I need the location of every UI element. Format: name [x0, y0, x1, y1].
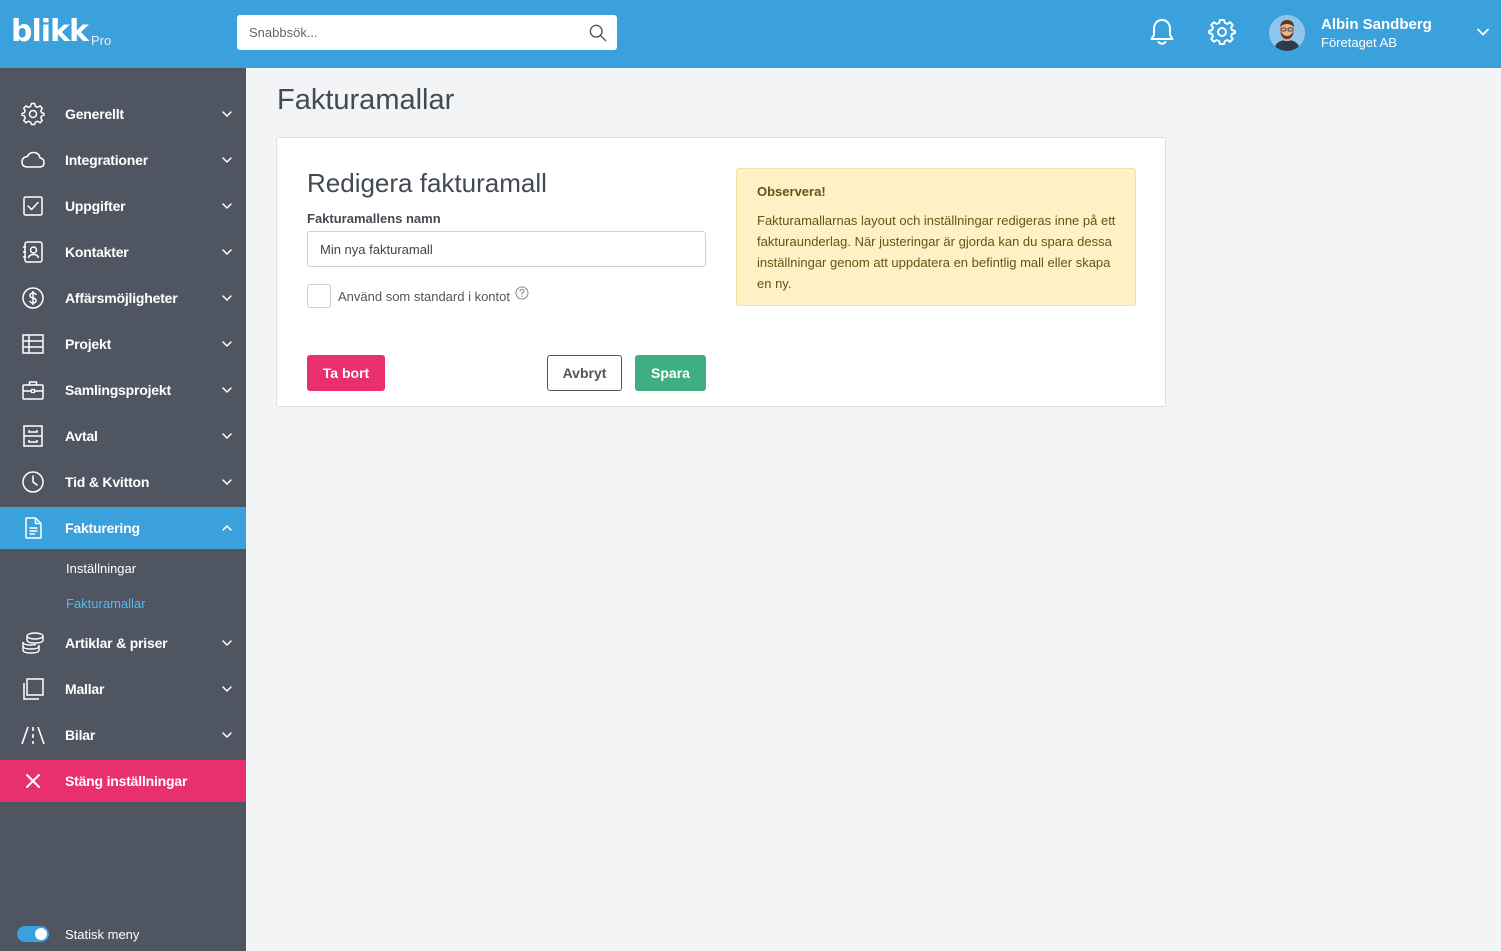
close-settings-button[interactable]: Stäng inställningar	[0, 760, 246, 802]
cloud-icon	[21, 151, 45, 168]
chevron-up-icon	[222, 525, 232, 531]
sidebar-item-label: Generellt	[65, 106, 124, 122]
close-icon	[26, 774, 40, 788]
coins-icon	[22, 632, 44, 654]
chevron-down-icon	[222, 732, 232, 738]
sidebar-item-generellt[interactable]: Generellt	[0, 93, 246, 135]
sidebar-item-label: Integrationer	[65, 152, 148, 168]
cabinet-icon	[23, 425, 43, 447]
help-icon[interactable]	[515, 286, 529, 300]
sidebar-item-label: Projekt	[65, 336, 112, 352]
default-checkbox[interactable]	[307, 284, 331, 308]
sidebar-item-affarsmojligheter[interactable]: Affärsmöjligheter	[0, 277, 246, 319]
static-menu-toggle[interactable]	[17, 926, 49, 942]
document-icon	[25, 517, 42, 539]
briefcase-icon	[22, 381, 44, 400]
chevron-down-icon	[222, 341, 232, 347]
sidebar-item-label: Kontakter	[65, 244, 129, 260]
sidebar: Generellt Integrationer Uppgifter Kontak…	[0, 68, 246, 951]
sidebar-item-label: Fakturering	[65, 520, 140, 536]
sidebar-item-label: Bilar	[65, 727, 96, 743]
sidebar-item-tid-kvitton[interactable]: Tid & Kvitton	[0, 461, 246, 503]
sidebar-item-bilar[interactable]: Bilar	[0, 714, 246, 756]
bell-icon[interactable]	[1148, 17, 1176, 47]
chevron-down-icon	[222, 295, 232, 301]
template-name-label: Fakturamallens namn	[307, 211, 441, 226]
sidebar-item-uppgifter[interactable]: Uppgifter	[0, 185, 246, 227]
cancel-button[interactable]: Avbryt	[547, 355, 622, 391]
delete-button[interactable]: Ta bort	[307, 355, 385, 391]
page-title: Fakturamallar	[277, 84, 455, 116]
notice-box: Observera! Fakturamallarnas layout och i…	[736, 168, 1136, 306]
checkbox-icon	[23, 196, 43, 216]
sidebar-subitem-fakturamallar[interactable]: Fakturamallar	[66, 596, 145, 611]
sidebar-item-fakturering[interactable]: Fakturering	[0, 507, 246, 549]
sidebar-item-avtal[interactable]: Avtal	[0, 415, 246, 457]
toggle-knob	[35, 928, 47, 940]
copy-icon	[23, 678, 44, 700]
table-icon	[22, 334, 44, 354]
sidebar-item-label: Artiklar & priser	[65, 635, 168, 651]
save-button[interactable]: Spara	[635, 355, 706, 391]
sidebar-item-integrationer[interactable]: Integrationer	[0, 139, 246, 181]
template-name-input[interactable]	[307, 231, 706, 267]
sidebar-item-label: Samlingsprojekt	[65, 382, 171, 398]
sidebar-item-samlingsprojekt[interactable]: Samlingsprojekt	[0, 369, 246, 411]
chevron-down-icon	[222, 640, 232, 646]
sidebar-item-artiklar-priser[interactable]: Artiklar & priser	[0, 622, 246, 664]
logo[interactable]: blikk	[11, 14, 89, 50]
edit-template-card: Redigera fakturamall Fakturamallens namn…	[276, 137, 1166, 407]
sidebar-item-label: Tid & Kvitton	[65, 474, 150, 490]
close-settings-label: Stäng inställningar	[65, 773, 188, 789]
sidebar-item-label: Affärsmöjligheter	[65, 290, 178, 306]
notice-title: Observera!	[757, 184, 826, 199]
chevron-down-icon	[222, 203, 232, 209]
road-icon	[21, 726, 45, 745]
user-name[interactable]: Albin Sandberg	[1321, 16, 1432, 33]
user-company: Företaget AB	[1321, 35, 1397, 50]
search-icon[interactable]	[589, 24, 607, 42]
chevron-down-icon	[222, 433, 232, 439]
search-box[interactable]	[237, 15, 617, 50]
chevron-down-icon	[222, 686, 232, 692]
chevron-down-icon	[222, 387, 232, 393]
sidebar-subitem-installningar[interactable]: Inställningar	[66, 561, 136, 576]
static-menu-label: Statisk meny	[65, 927, 140, 942]
chevron-down-icon[interactable]	[1476, 27, 1490, 37]
chevron-down-icon	[222, 249, 232, 255]
sidebar-item-label: Mallar	[65, 681, 105, 697]
clock-icon	[22, 471, 44, 493]
gear-icon	[21, 102, 45, 126]
sidebar-item-projekt[interactable]: Projekt	[0, 323, 246, 365]
logo-suffix: Pro	[91, 33, 112, 48]
chevron-down-icon	[222, 479, 232, 485]
sidebar-item-kontakter[interactable]: Kontakter	[0, 231, 246, 273]
dollar-icon	[22, 287, 44, 309]
sidebar-item-label: Uppgifter	[65, 198, 126, 214]
card-title: Redigera fakturamall	[307, 168, 547, 198]
default-checkbox-label[interactable]: Använd som standard i kontot	[338, 289, 510, 304]
search-input[interactable]	[237, 15, 577, 50]
gear-icon[interactable]	[1208, 17, 1236, 47]
sidebar-item-mallar[interactable]: Mallar	[0, 668, 246, 710]
top-header: blikk Pro Albin Sandberg Företaget AB	[0, 0, 1501, 68]
chevron-down-icon	[222, 157, 232, 163]
contact-icon	[23, 241, 43, 263]
notice-text: Fakturamallarnas layout och inställninga…	[757, 213, 1116, 291]
chevron-down-icon	[222, 111, 232, 117]
sidebar-item-label: Avtal	[65, 428, 98, 444]
avatar[interactable]	[1269, 15, 1305, 51]
